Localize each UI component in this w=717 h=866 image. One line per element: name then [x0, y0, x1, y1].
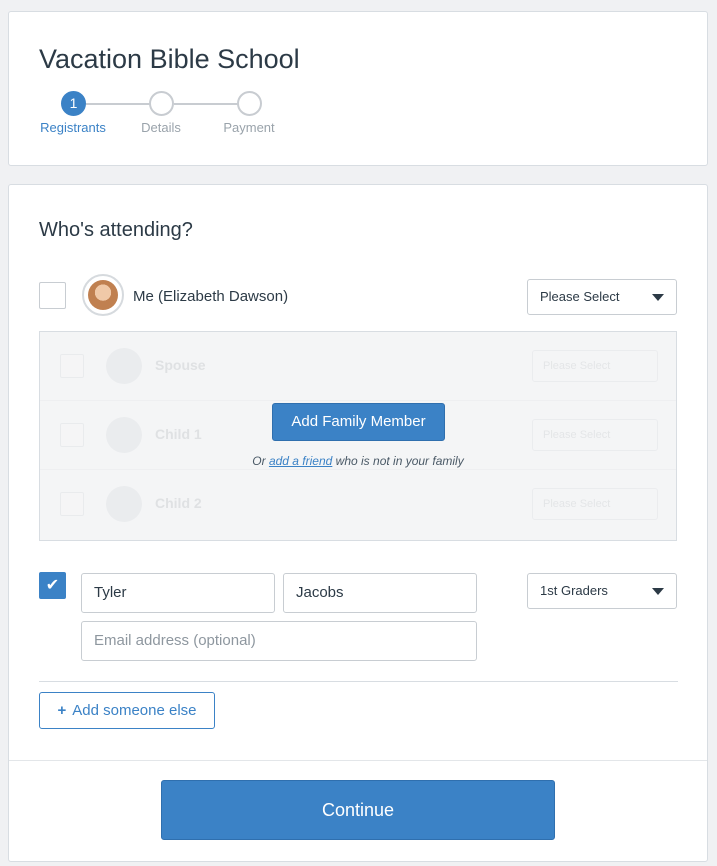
step-3-label: Payment: [223, 120, 275, 135]
continue-button[interactable]: Continue: [161, 780, 555, 840]
first-name-input[interactable]: Tyler: [81, 573, 275, 613]
avatar: [82, 274, 124, 316]
plus-icon: +: [57, 702, 67, 719]
or-prefix: Or: [252, 454, 266, 468]
footer-divider: [9, 760, 707, 761]
add-someone-else-label: Add someone else: [72, 702, 197, 719]
step-1-label: Registrants: [40, 120, 106, 135]
family-row-name: Spouse: [155, 357, 206, 373]
guest-grade-select-value: 1st Graders: [540, 583, 608, 598]
me-grade-select-value: Please Select: [540, 289, 620, 304]
family-row-name: Child 1: [155, 426, 202, 442]
email-field[interactable]: Email address (optional): [81, 621, 477, 661]
step-3-indicator: [237, 91, 262, 116]
family-row-select: Please Select: [532, 488, 658, 520]
section-title: Who's attending?: [39, 219, 193, 241]
or-suffix: who is not in your family: [335, 454, 464, 468]
add-friend-text: Or add a friend who is not in your famil…: [40, 454, 676, 468]
guest-checkbox[interactable]: ✔: [39, 572, 66, 599]
divider: [39, 681, 678, 682]
add-family-member-button[interactable]: Add Family Member: [272, 403, 445, 441]
stepper-line-1: [86, 103, 151, 105]
add-someone-else-button[interactable]: + Add someone else: [39, 692, 215, 729]
profile-photo: [88, 280, 118, 310]
add-friend-link[interactable]: add a friend: [269, 454, 332, 468]
family-row-child-2: Child 2 Please Select: [40, 470, 676, 539]
family-members-panel: Spouse Please Select Child 1 Please Sele…: [39, 331, 677, 541]
stepper-line-2: [174, 103, 239, 105]
attendees-card: Who's attending? Me (Elizabeth Dawson) P…: [8, 184, 708, 862]
family-row-select: Please Select: [532, 419, 658, 451]
me-name: Me (Elizabeth Dawson): [133, 288, 289, 305]
step-2-indicator: [149, 91, 174, 116]
person-placeholder-icon: [106, 348, 142, 384]
page-title: Vacation Bible School: [39, 44, 300, 74]
family-row-select: Please Select: [532, 350, 658, 382]
chevron-down-icon: [652, 588, 664, 595]
checkmark-icon: ✔: [45, 577, 60, 594]
family-row-name: Child 2: [155, 495, 202, 511]
person-placeholder-icon: [106, 417, 142, 453]
header-card: Vacation Bible School 1 Registrants Deta…: [8, 11, 708, 166]
family-row-checkbox: [60, 423, 84, 447]
chevron-down-icon: [652, 294, 664, 301]
last-name-input[interactable]: Jacobs: [283, 573, 477, 613]
step-2-label: Details: [141, 120, 181, 135]
guest-grade-select[interactable]: 1st Graders: [527, 573, 677, 609]
me-grade-select[interactable]: Please Select: [527, 279, 677, 315]
family-row-checkbox: [60, 354, 84, 378]
family-row-checkbox: [60, 492, 84, 516]
step-1-indicator: 1: [61, 91, 86, 116]
me-checkbox[interactable]: [39, 282, 66, 309]
person-placeholder-icon: [106, 486, 142, 522]
family-row-spouse: Spouse Please Select: [40, 332, 676, 401]
